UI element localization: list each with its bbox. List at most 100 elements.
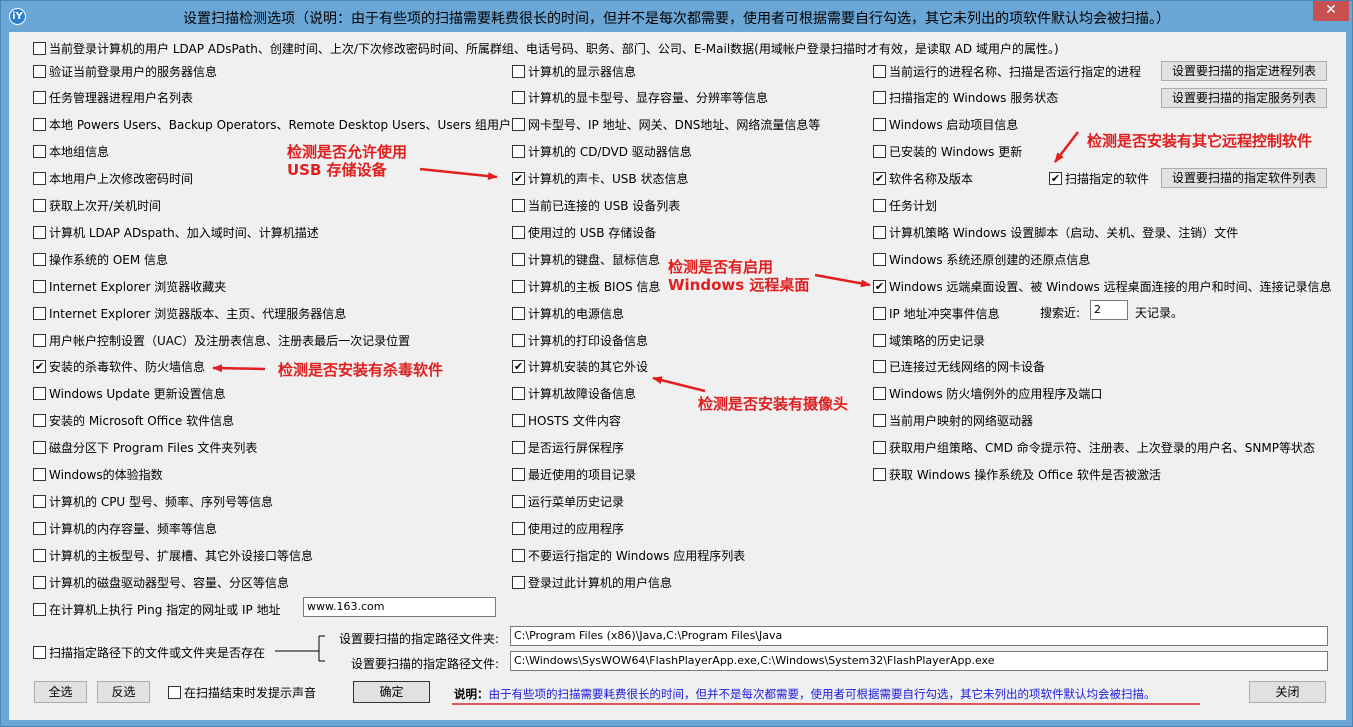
checkbox[interactable] bbox=[33, 468, 46, 481]
checkbox[interactable] bbox=[33, 41, 46, 55]
col1-option[interactable]: 在计算机上执行 Ping 指定的网址或 IP 地址 bbox=[33, 601, 281, 617]
checkbox[interactable] bbox=[873, 64, 886, 78]
checkbox[interactable] bbox=[33, 441, 46, 455]
checkbox[interactable] bbox=[33, 602, 46, 616]
checkbox[interactable] bbox=[512, 387, 525, 401]
checkbox[interactable] bbox=[512, 548, 525, 562]
col1-option[interactable]: 计算机的主板型号、扩展槽、其它外设接口等信息 bbox=[33, 547, 313, 563]
checkbox[interactable] bbox=[168, 685, 181, 699]
checkbox[interactable] bbox=[512, 441, 525, 455]
checkbox[interactable] bbox=[33, 64, 46, 78]
checkbox[interactable] bbox=[873, 387, 886, 401]
col1-option[interactable]: 本地用户上次修改密码时间 bbox=[33, 171, 193, 187]
checkbox[interactable] bbox=[512, 252, 525, 266]
col3-option[interactable]: 获取用户组策略、CMD 命令提示符、注册表、上次登录的用户名、SNMP等状态 bbox=[873, 440, 1315, 456]
checkbox[interactable] bbox=[512, 360, 525, 374]
select-all-button[interactable]: 全选 bbox=[34, 681, 87, 703]
col1-option[interactable]: 计算机的 CPU 型号、频率、序列号等信息 bbox=[33, 493, 273, 509]
col1-option[interactable]: Internet Explorer 浏览器收藏夹 bbox=[33, 278, 226, 294]
col3-option[interactable]: 域策略的历史记录 bbox=[873, 332, 985, 348]
checkbox[interactable] bbox=[33, 521, 46, 535]
checkbox[interactable] bbox=[33, 252, 46, 266]
checkbox[interactable] bbox=[33, 645, 46, 659]
col3-option[interactable]: 已安装的 Windows 更新 bbox=[873, 144, 1022, 160]
checkbox[interactable] bbox=[873, 360, 886, 374]
col3-option[interactable]: 计算机策略 Windows 设置脚本（启动、关机、登录、注销）文件 bbox=[873, 224, 1238, 240]
checkbox[interactable] bbox=[512, 494, 525, 508]
checkbox[interactable] bbox=[512, 199, 525, 212]
col2-option[interactable]: HOSTS 文件内容 bbox=[512, 413, 621, 429]
close-button[interactable]: 关闭 bbox=[1249, 681, 1326, 703]
col2-option[interactable]: 计算机的显示器信息 bbox=[512, 63, 636, 79]
col3-option[interactable]: Windows 防火墙例外的应用程序及端口 bbox=[873, 386, 1102, 402]
col1-option[interactable]: Windows Update 更新设置信息 bbox=[33, 386, 226, 402]
col3-option[interactable]: 任务计划 bbox=[873, 198, 937, 214]
col2-option[interactable]: 不要运行指定的 Windows 应用程序列表 bbox=[512, 547, 745, 563]
col1-option[interactable]: 安装的杀毒软件、防火墙信息 bbox=[33, 359, 205, 375]
checkbox[interactable] bbox=[873, 199, 886, 212]
checkbox[interactable] bbox=[873, 225, 886, 239]
checkbox[interactable] bbox=[873, 172, 886, 186]
checkbox[interactable] bbox=[512, 414, 525, 428]
col1-option[interactable]: 本地 Powers Users、Backup Operators、Remote … bbox=[33, 117, 511, 133]
checkbox[interactable] bbox=[512, 225, 525, 239]
checkbox[interactable] bbox=[33, 333, 46, 347]
ok-button[interactable]: 确定 bbox=[353, 681, 430, 703]
col1-option[interactable]: 磁盘分区下 Program Files 文件夹列表 bbox=[33, 440, 257, 456]
col3-option[interactable]: 软件名称及版本 bbox=[873, 171, 973, 187]
checkbox[interactable] bbox=[512, 172, 525, 186]
col2-option[interactable]: 计算机的电源信息 bbox=[512, 305, 624, 321]
col1-option[interactable]: 验证当前登录用户的服务器信息 bbox=[33, 63, 217, 79]
col2-option[interactable]: 当前已连接的 USB 设备列表 bbox=[512, 198, 680, 214]
col3-option[interactable]: 当前用户映射的网络驱动器 bbox=[873, 413, 1033, 429]
checkbox[interactable] bbox=[33, 199, 46, 212]
checkbox[interactable] bbox=[512, 575, 525, 589]
col2-option[interactable]: 计算机的 CD/DVD 驱动器信息 bbox=[512, 144, 692, 160]
checkbox[interactable] bbox=[512, 64, 525, 78]
checkbox[interactable] bbox=[33, 91, 46, 105]
col2-option[interactable]: 计算机的声卡、USB 状态信息 bbox=[512, 171, 688, 187]
col3-option[interactable]: 当前运行的进程名称、扫描是否运行指定的进程 bbox=[873, 63, 1141, 79]
checkbox[interactable] bbox=[512, 91, 525, 105]
col3-option[interactable]: Windows 远端桌面设置、被 Windows 远程桌面连接的用户和时间、连接… bbox=[873, 278, 1332, 294]
checkbox[interactable] bbox=[33, 575, 46, 589]
col2-option[interactable]: 使用过的应用程序 bbox=[512, 520, 624, 536]
checkbox[interactable] bbox=[33, 360, 46, 374]
checkbox[interactable] bbox=[33, 387, 46, 401]
checkbox[interactable] bbox=[873, 468, 886, 481]
option-scan-software[interactable]: 扫描指定的软件 bbox=[1049, 170, 1149, 186]
col1-option[interactable]: 用户帐户控制设置（UAC）及注册表信息、注册表最后一次记录位置 bbox=[33, 332, 410, 348]
col1-option[interactable]: 安装的 Microsoft Office 软件信息 bbox=[33, 413, 234, 429]
checkbox[interactable] bbox=[33, 548, 46, 562]
checkbox[interactable] bbox=[33, 225, 46, 239]
checkbox[interactable] bbox=[512, 333, 525, 347]
checkbox[interactable] bbox=[873, 118, 886, 132]
set-software-list-button[interactable]: 设置要扫描的指定软件列表 bbox=[1161, 168, 1327, 188]
col2-option[interactable]: 计算机故障设备信息 bbox=[512, 386, 636, 402]
col1-option[interactable]: Internet Explorer 浏览器版本、主页、代理服务器信息 bbox=[33, 305, 346, 321]
window-close-button[interactable]: ✕ bbox=[1313, 1, 1349, 21]
col2-option[interactable]: 计算机的显卡型号、显存容量、分辨率等信息 bbox=[512, 90, 768, 106]
option-ldap-user[interactable]: 当前登录计算机的用户 LDAP ADsPath、创建时间、上次/下次修改密码时间… bbox=[33, 40, 1059, 56]
col2-option[interactable]: 使用过的 USB 存储设备 bbox=[512, 224, 656, 240]
checkbox[interactable] bbox=[873, 91, 886, 105]
checkbox[interactable] bbox=[873, 145, 886, 159]
checkbox[interactable] bbox=[512, 118, 525, 132]
col2-option[interactable]: 计算机安装的其它外设 bbox=[512, 359, 648, 375]
col2-option[interactable]: 运行菜单历史记录 bbox=[512, 493, 624, 509]
col2-option[interactable]: 是否运行屏保程序 bbox=[512, 440, 624, 456]
checkbox[interactable] bbox=[512, 279, 525, 293]
col1-option[interactable]: 计算机的内存容量、频率等信息 bbox=[33, 520, 217, 536]
col1-option[interactable]: 计算机的磁盘驱动器型号、容量、分区等信息 bbox=[33, 574, 289, 590]
search-days-input[interactable]: 2 bbox=[1090, 300, 1128, 320]
checkbox[interactable] bbox=[873, 279, 886, 293]
checkbox[interactable] bbox=[873, 441, 886, 455]
path-file-input[interactable]: C:\Windows\SysWOW64\FlashPlayerApp.exe,C… bbox=[510, 651, 1328, 671]
col1-option[interactable]: 获取上次开/关机时间 bbox=[33, 198, 161, 214]
col2-option[interactable]: 网卡型号、IP 地址、网关、DNS地址、网络流量信息等 bbox=[512, 117, 820, 133]
col2-option[interactable]: 计算机的主板 BIOS 信息 bbox=[512, 278, 660, 294]
col2-option[interactable]: 最近使用的项目记录 bbox=[512, 467, 636, 483]
option-path-scan[interactable]: 扫描指定路径下的文件或文件夹是否存在 bbox=[33, 644, 265, 660]
checkbox[interactable] bbox=[512, 521, 525, 535]
col3-option[interactable]: 获取 Windows 操作系统及 Office 软件是否被激活 bbox=[873, 467, 1161, 483]
